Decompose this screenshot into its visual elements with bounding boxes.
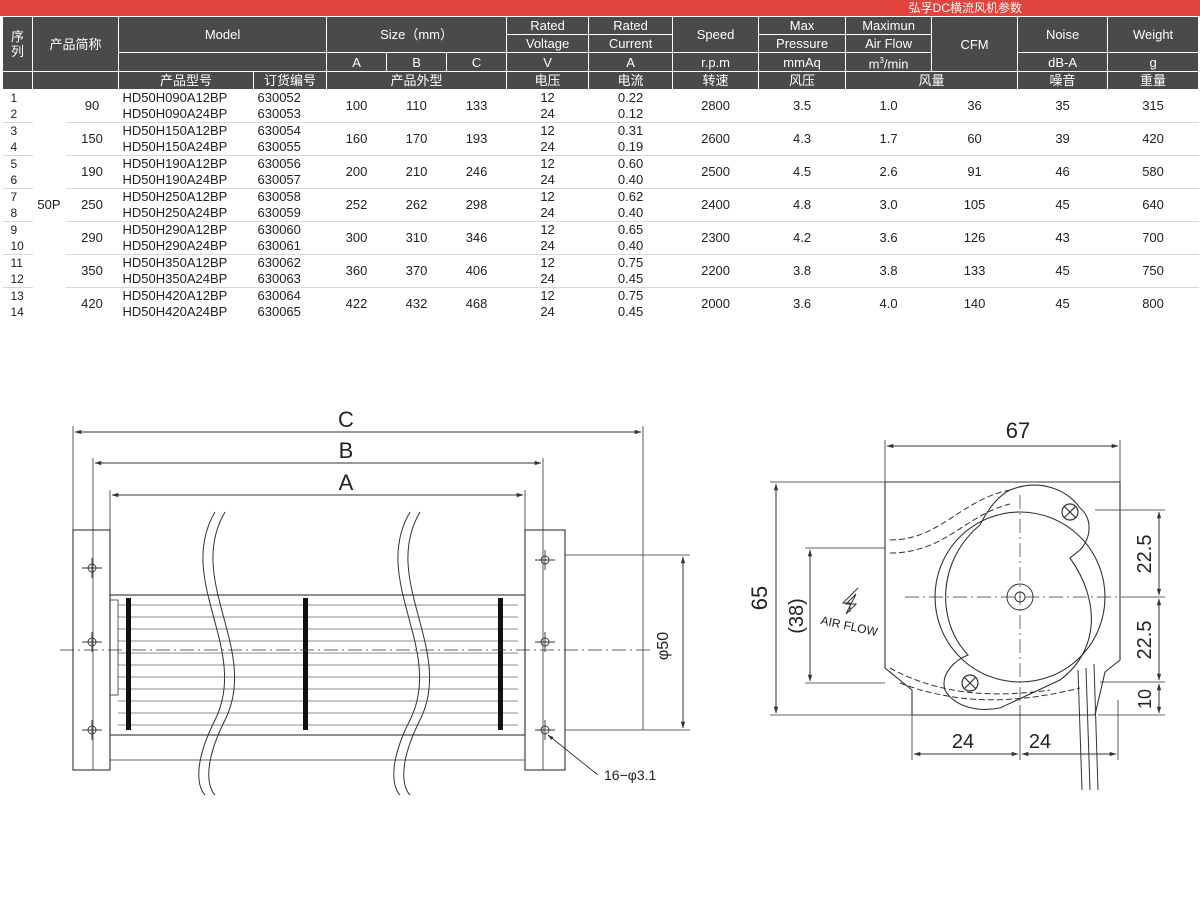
airflow-label: AIR FLOW (819, 613, 879, 639)
airflow-arrow (844, 593, 858, 615)
impeller-blades (118, 604, 518, 726)
holes-leader (547, 734, 599, 776)
motor-cap (109, 599, 119, 696)
holes-note: 16−φ3.1 (604, 767, 657, 783)
dim-label-65: 65 (747, 586, 772, 610)
dim-label-22-5-lower: 22.5 (1134, 621, 1156, 660)
dim-label-c: C (338, 407, 354, 432)
impeller-disc-center (303, 598, 308, 730)
wire-3 (1093, 663, 1099, 791)
scroll-lower-inner (899, 682, 1081, 701)
mount-holes (82, 550, 555, 740)
scroll-lower-outer (889, 667, 1051, 695)
dim-label-38: (38) (786, 598, 808, 634)
technical-drawing: C B A φ50 16−φ3.1 67 65 (38) 22.5 22.5 1… (60, 407, 1165, 796)
impeller-disc-right (498, 598, 503, 730)
scroll-upper-outer (889, 489, 1011, 541)
dim-label-24-right: 24 (1029, 731, 1051, 753)
dim-label-b: B (339, 438, 354, 463)
front-view (60, 426, 690, 796)
scroll-upper-inner (889, 503, 1011, 554)
dim-label-67: 67 (1006, 418, 1030, 443)
dim-label-10: 10 (1135, 689, 1155, 709)
impeller-disc-left (126, 598, 131, 730)
dim-label-dia: φ50 (655, 632, 672, 660)
dim-label-a: A (339, 470, 354, 495)
dim-label-24-left: 24 (952, 731, 974, 753)
dim-label-22-5-upper: 22.5 (1134, 535, 1156, 574)
wire-2 (1085, 667, 1091, 791)
